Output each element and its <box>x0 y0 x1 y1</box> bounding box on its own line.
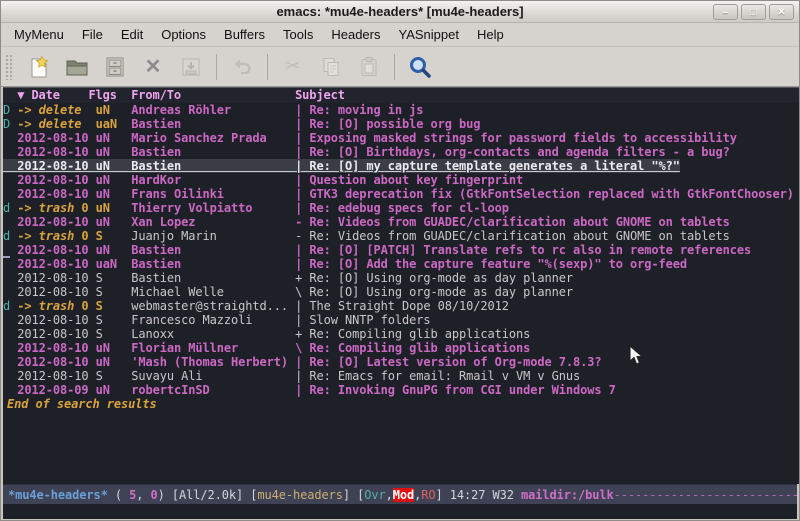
message-row[interactable]: D -> delete uN Andreas Röhler | Re: movi… <box>3 103 799 117</box>
message-row[interactable]: d -> trash 0 uN Thierry Volpiatto | Re: … <box>3 201 799 215</box>
titlebar[interactable]: emacs: *mu4e-headers* [mu4e-headers] – □… <box>1 1 799 23</box>
mode-line-number: 0 <box>151 488 158 502</box>
headers-buffer: ▼Date Flgs From/To Subject D -> delete u… <box>3 87 799 484</box>
search-icon <box>407 54 433 80</box>
copy-icon <box>319 55 343 79</box>
file-cabinet-button[interactable] <box>102 54 128 80</box>
mode-line-plain: ] [ <box>343 488 364 502</box>
menu-bar: MyMenuFileEditOptionsBuffersToolsHeaders… <box>1 23 799 47</box>
toolbar: ✕ ✂ <box>1 47 799 87</box>
column-header-subject[interactable]: Subject <box>295 88 345 102</box>
message-row[interactable]: 2012-08-09 uN robertcInSD | Re: Invoking… <box>3 383 799 397</box>
cut-button: ✂ <box>280 54 306 80</box>
mode-line[interactable]: *mu4e-headers* ( 5, 0) [All/2.0k] [mu4e-… <box>3 484 797 504</box>
mode-line-overwrite: Ovr <box>364 488 385 502</box>
column-header-date[interactable]: Date <box>31 88 60 102</box>
message-row[interactable]: D -> delete uaN Bastien | Re: [O] possib… <box>3 117 799 131</box>
new-file-icon <box>27 55 51 79</box>
menu-item-headers[interactable]: Headers <box>322 25 389 44</box>
message-list: D -> delete uN Andreas Röhler | Re: movi… <box>3 103 799 397</box>
menu-item-help[interactable]: Help <box>468 25 513 44</box>
menu-item-edit[interactable]: Edit <box>112 25 152 44</box>
save-icon <box>179 55 203 79</box>
message-row[interactable]: 2012-08-10 uN HardKor | Question about k… <box>3 173 799 187</box>
mode-line-plain: ] 14:27 W32 <box>436 488 522 502</box>
maximize-button[interactable]: □ <box>741 4 766 20</box>
menu-item-yasnippet[interactable]: YASnippet <box>389 25 467 44</box>
menu-item-tools[interactable]: Tools <box>274 25 322 44</box>
open-folder-button[interactable] <box>64 54 90 80</box>
header-line: ▼Date Flgs From/To Subject <box>3 88 799 103</box>
menu-item-mymenu[interactable]: MyMenu <box>5 25 73 44</box>
message-row[interactable]: d -> trash 0 S Juanjo Marin - Re: Videos… <box>3 229 799 243</box>
end-of-results-label: End of search results <box>3 397 799 411</box>
close-button[interactable]: ✕ <box>769 4 794 20</box>
window-title: emacs: *mu4e-headers* [mu4e-headers] <box>276 4 523 19</box>
message-row[interactable]: 2012-08-10 uN Bastien | Re: [O] my captu… <box>3 159 799 173</box>
message-row[interactable]: d -> trash 0 S webmaster@straightd... | … <box>3 299 799 313</box>
menu-item-buffers[interactable]: Buffers <box>215 25 274 44</box>
message-row[interactable]: 2012-08-10 S Francesco Mazzoli | Slow NN… <box>3 313 799 327</box>
toolbar-separator <box>267 54 268 80</box>
mode-line-readonly: RO <box>421 488 435 502</box>
message-row[interactable]: 2012-08-10 S Suvayu Ali | Re: Emacs for … <box>3 369 799 383</box>
cut-icon: ✂ <box>285 55 301 78</box>
menu-item-file[interactable]: File <box>73 25 112 44</box>
message-row[interactable]: 2012-08-10 uN Bastien | Re: [O] [PATCH] … <box>3 243 799 257</box>
mode-line-maildir: maildir:/bulk <box>521 488 614 502</box>
message-row[interactable]: 2012-08-10 uN Frans Oilinki | GTK3 depre… <box>3 187 799 201</box>
message-row[interactable]: 2012-08-10 uN Xan Lopez - Re: Videos fro… <box>3 215 799 229</box>
fringe-current-line-marker <box>3 256 10 258</box>
open-folder-icon <box>65 55 89 79</box>
mouse-cursor-icon <box>629 345 645 367</box>
window-controls: – □ ✕ <box>713 4 794 20</box>
minibuffer[interactable] <box>3 504 797 519</box>
new-file-button[interactable] <box>26 54 52 80</box>
message-row[interactable]: 2012-08-10 uN Bastien | Re: [O] Birthday… <box>3 145 799 159</box>
message-row[interactable]: 2012-08-10 S Michael Welle \ Re: [O] Usi… <box>3 285 799 299</box>
message-row[interactable]: 2012-08-10 S Lanoxx + Re: Compiling glib… <box>3 327 799 341</box>
menu-item-options[interactable]: Options <box>152 25 215 44</box>
column-header-flags[interactable]: Flgs <box>88 88 117 102</box>
paste-icon <box>357 55 381 79</box>
mode-line-dashes: ---------------------------- <box>614 488 797 502</box>
mode-line-mode: mu4e-headers <box>257 488 343 502</box>
mode-line-plain: ( <box>108 488 129 502</box>
column-header-from-to[interactable]: From/To <box>131 88 181 102</box>
message-row[interactable]: 2012-08-10 uaN Bastien | Re: [O] Add the… <box>3 257 799 271</box>
undo-icon <box>230 55 254 79</box>
emacs-frame: ▼Date Flgs From/To Subject D -> delete u… <box>1 87 799 519</box>
mode-line-modified: Mod <box>393 488 414 502</box>
file-cabinet-icon <box>103 55 127 79</box>
message-row[interactable]: 2012-08-10 S Bastien + Re: [O] Using org… <box>3 271 799 285</box>
mode-line-buffer: *mu4e-headers* <box>8 488 108 502</box>
message-row[interactable]: 2012-08-10 uN 'Mash (Thomas Herbert) | R… <box>3 355 799 369</box>
save-button <box>178 54 204 80</box>
mode-line-plain: , <box>136 488 150 502</box>
close-buffer-button[interactable]: ✕ <box>140 54 166 80</box>
minimize-button[interactable]: – <box>713 4 738 20</box>
message-row[interactable]: 2012-08-10 uN Florian Müllner \ Re: Comp… <box>3 341 799 355</box>
search-button[interactable] <box>407 54 433 80</box>
toolbar-grip-handle[interactable] <box>5 54 14 80</box>
copy-button <box>318 54 344 80</box>
undo-button <box>229 54 255 80</box>
message-row[interactable]: 2012-08-10 uN Mario Sanchez Prada | Expo… <box>3 131 799 145</box>
close-buffer-icon: ✕ <box>145 54 162 79</box>
sort-descending-icon: ▼ <box>17 88 31 103</box>
paste-button <box>356 54 382 80</box>
toolbar-separator <box>394 54 395 80</box>
mode-line-plain: , <box>386 488 393 502</box>
emacs-window: emacs: *mu4e-headers* [mu4e-headers] – □… <box>0 0 800 521</box>
mode-line-plain: ) [All/2.0k] [ <box>158 488 258 502</box>
toolbar-separator <box>216 54 217 80</box>
